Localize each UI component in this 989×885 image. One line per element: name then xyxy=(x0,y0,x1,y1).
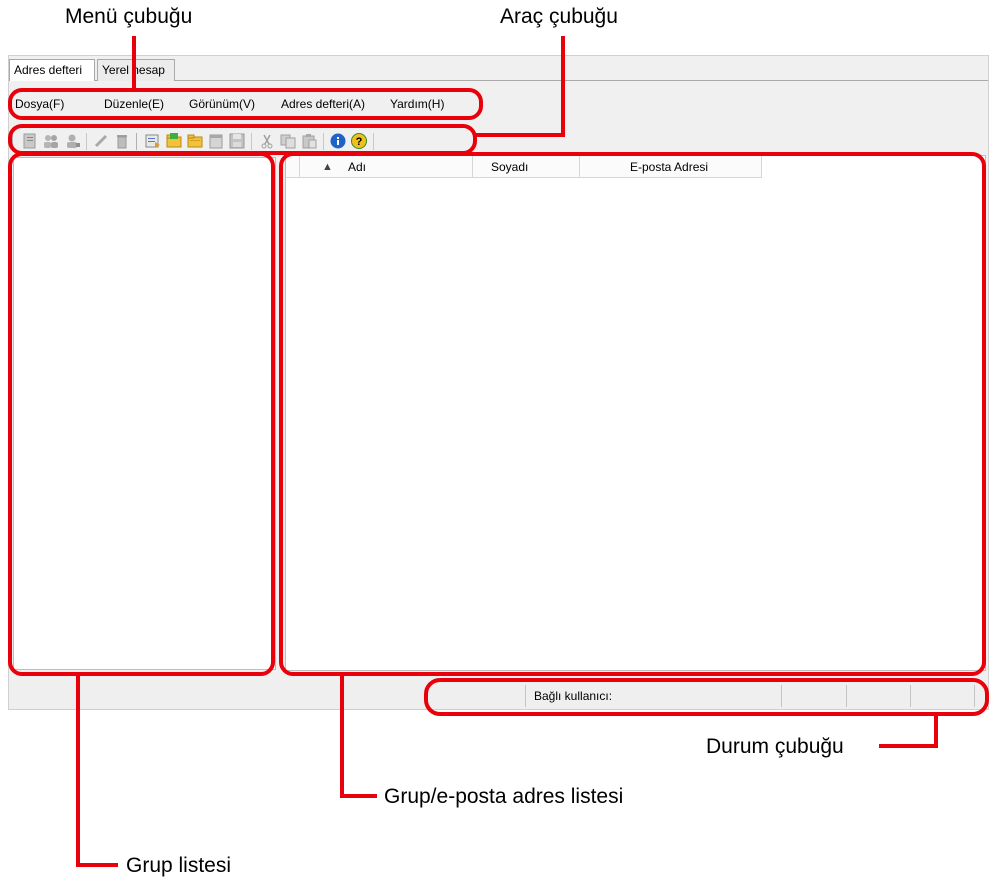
highlight-address-list xyxy=(279,152,986,676)
highlight-toolbar xyxy=(8,124,477,155)
connector-addresslist xyxy=(340,794,377,798)
tab-local-account[interactable]: Yerel hesap xyxy=(97,59,175,81)
highlight-menu-bar xyxy=(8,88,483,120)
highlight-status-bar xyxy=(424,678,989,716)
connector-statusbar xyxy=(879,744,938,748)
connector-grouplist xyxy=(76,863,118,867)
connector-toolbar xyxy=(475,133,565,137)
callout-addresslist: Grup/e-posta adres listesi xyxy=(384,785,624,808)
connector-statusbar xyxy=(934,714,938,748)
callout-menubar: Menü çubuğu xyxy=(65,5,193,28)
connector-addresslist xyxy=(340,676,344,798)
highlight-group-list xyxy=(8,152,275,676)
connector-toolbar xyxy=(561,36,565,136)
callout-grouplist: Grup listesi xyxy=(126,854,232,877)
tab-address-book[interactable]: Adres defteri xyxy=(9,59,95,81)
callout-toolbar: Araç çubuğu xyxy=(500,5,618,28)
connector-menubar xyxy=(132,36,136,90)
callout-statusbar: Durum çubuğu xyxy=(706,735,844,758)
connector-grouplist xyxy=(76,676,80,867)
